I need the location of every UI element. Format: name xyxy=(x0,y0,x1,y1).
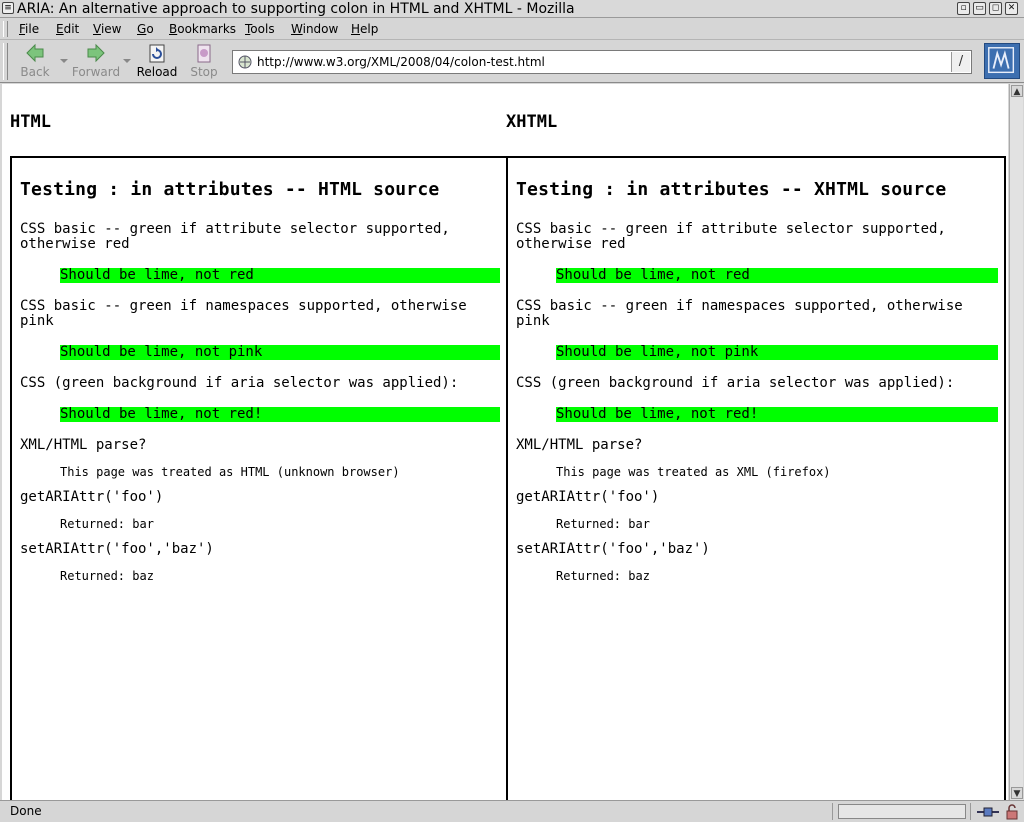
stop-label: Stop xyxy=(190,65,218,79)
vertical-scrollbar[interactable]: ▲ ▼ xyxy=(1009,84,1023,800)
close-icon[interactable]: ✕ xyxy=(1005,2,1018,15)
throbber-logo-icon[interactable] xyxy=(984,43,1020,79)
menu-bookmarks[interactable]: Bookmarks xyxy=(169,18,236,40)
css-aria-result-box: Should be lime, not red! xyxy=(556,407,998,422)
css-attr-result-box: Should be lime, not red xyxy=(60,268,500,283)
css-ns-result-box: Should be lime, not pink xyxy=(60,345,500,360)
parse-result: This page was treated as XML (firefox) xyxy=(556,465,831,479)
window-menu-icon[interactable]: ≡ xyxy=(2,2,14,14)
menu-edit[interactable]: Edit xyxy=(56,18,79,40)
scroll-down-icon[interactable]: ▼ xyxy=(1011,787,1023,799)
css-attr-description: CSS basic -- green if attribute selector… xyxy=(516,221,946,252)
page-proxy-icon[interactable] xyxy=(237,54,253,70)
xhtml-heading: XHTML xyxy=(506,112,558,132)
css-ns-description: CSS basic -- green if namespaces support… xyxy=(516,298,963,329)
back-label: Back xyxy=(20,65,50,79)
url-bar[interactable]: / xyxy=(232,50,972,74)
go-button[interactable]: / xyxy=(951,52,970,72)
html-heading: HTML xyxy=(10,112,51,132)
get-aria-attr-description: getARIAttr('foo') xyxy=(516,489,660,505)
css-ns-result-box: Should be lime, not pink xyxy=(556,345,998,360)
html-test-panel: Testing : in attributes -- HTML source C… xyxy=(10,156,508,800)
css-attr-result-box: Should be lime, not red xyxy=(556,268,998,283)
xhtml-test-panel: Testing : in attributes -- XHTML source … xyxy=(506,156,1006,800)
parse-description: XML/HTML parse? xyxy=(516,437,643,453)
menu-view[interactable]: View xyxy=(93,18,121,40)
set-aria-attr-description: setARIAttr('foo','baz') xyxy=(516,541,710,557)
set-aria-attr-description: setARIAttr('foo','baz') xyxy=(20,541,214,557)
page-content: HTML XHTML Testing : in attributes -- HT… xyxy=(2,84,1008,800)
xhtml-panel-title: Testing : in attributes -- XHTML source xyxy=(516,179,947,200)
status-separator xyxy=(970,803,971,820)
security-lock-icon[interactable] xyxy=(1004,804,1020,820)
css-attr-description: CSS basic -- green if attribute selector… xyxy=(20,221,450,252)
get-aria-attr-description: getARIAttr('foo') xyxy=(20,489,164,505)
progress-meter xyxy=(838,804,966,819)
menu-bar: File Edit View Go Bookmarks Tools Window… xyxy=(0,18,1024,40)
status-separator xyxy=(832,803,833,820)
reload-button[interactable]: Reload xyxy=(135,42,179,80)
forward-button[interactable]: Forward xyxy=(70,42,122,80)
back-arrow-icon xyxy=(26,43,44,63)
css-aria-description: CSS (green background if aria selector w… xyxy=(20,375,459,391)
css-aria-description: CSS (green background if aria selector w… xyxy=(516,375,955,391)
css-aria-result-box: Should be lime, not red! xyxy=(60,407,500,422)
html-panel-title: Testing : in attributes -- HTML source xyxy=(20,179,440,200)
scroll-up-icon[interactable]: ▲ xyxy=(1011,85,1023,97)
menu-window[interactable]: Window xyxy=(291,18,338,40)
get-aria-attr-result: Returned: bar xyxy=(556,517,650,531)
minimize-icon[interactable]: ▫ xyxy=(957,2,970,15)
css-ns-description: CSS basic -- green if namespaces support… xyxy=(20,298,467,329)
set-aria-attr-result: Returned: baz xyxy=(60,569,154,583)
reload-icon xyxy=(149,44,165,63)
parse-result: This page was treated as HTML (unknown b… xyxy=(60,465,400,479)
menu-file[interactable]: File xyxy=(19,18,39,40)
menu-help[interactable]: Help xyxy=(351,18,378,40)
forward-dropdown-icon[interactable] xyxy=(123,59,131,63)
stop-icon xyxy=(197,44,211,63)
toolbar-grip[interactable] xyxy=(3,43,8,80)
title-bar: ≡ ARIA: An alternative approach to suppo… xyxy=(0,0,1024,18)
online-status-icon[interactable] xyxy=(976,805,1000,819)
get-aria-attr-result: Returned: bar xyxy=(60,517,154,531)
reload-label: Reload xyxy=(136,65,178,79)
forward-arrow-icon xyxy=(87,43,105,63)
menubar-grip[interactable] xyxy=(3,21,8,37)
menu-tools[interactable]: Tools xyxy=(245,18,275,40)
stop-button[interactable]: Stop xyxy=(187,42,221,80)
parse-description: XML/HTML parse? xyxy=(20,437,147,453)
status-text: Done xyxy=(10,804,42,818)
window-title: ARIA: An alternative approach to support… xyxy=(17,1,575,17)
shade-icon[interactable]: ▭ xyxy=(973,2,986,15)
forward-label: Forward xyxy=(71,65,121,79)
status-bar: Done xyxy=(0,800,1024,822)
set-aria-attr-result: Returned: baz xyxy=(556,569,650,583)
back-dropdown-icon[interactable] xyxy=(60,59,68,63)
back-button[interactable]: Back xyxy=(14,42,56,80)
menu-go[interactable]: Go xyxy=(137,18,154,40)
url-input[interactable] xyxy=(257,52,947,72)
maximize-icon[interactable]: ◻ xyxy=(989,2,1002,15)
